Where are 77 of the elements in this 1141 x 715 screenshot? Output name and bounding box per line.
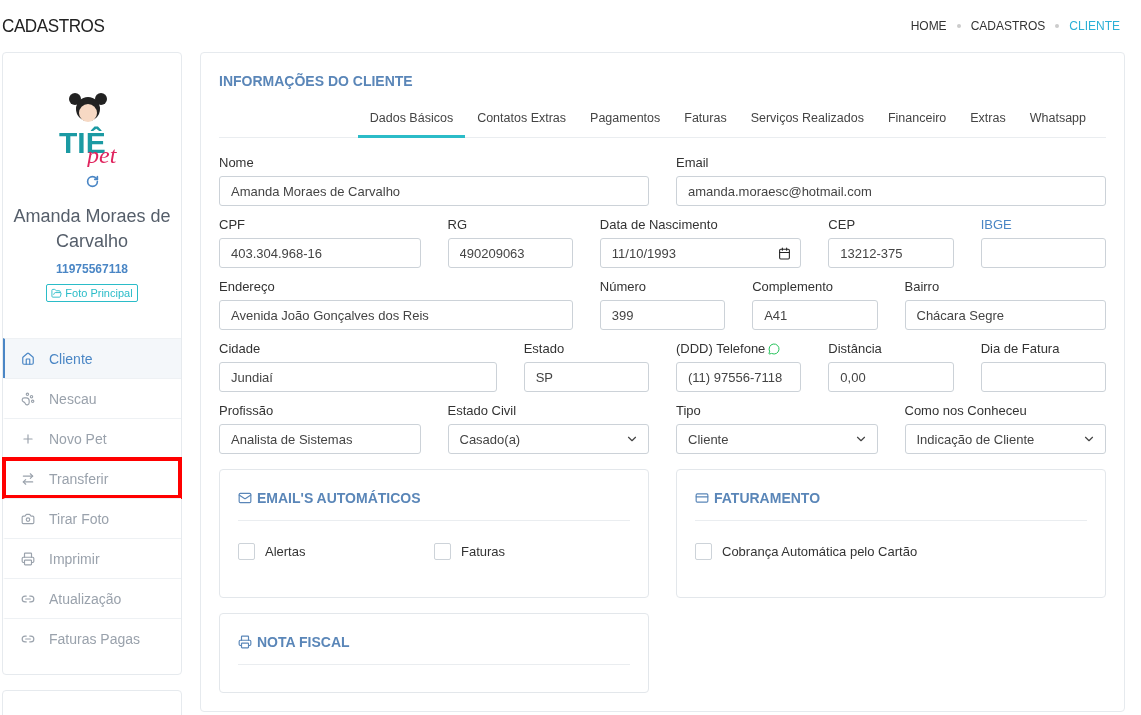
field-label: Profissão <box>219 403 274 418</box>
tab[interactable]: Whatsapp <box>1017 101 1098 138</box>
card-title: FATURAMENTO <box>714 490 821 506</box>
field-label: Endereço <box>219 279 275 294</box>
checkbox[interactable] <box>434 543 451 560</box>
select-field[interactable]: Cliente <box>676 424 878 454</box>
plus-icon <box>21 431 35 446</box>
field-label: Como nos Conheceu <box>904 403 1027 418</box>
calendar-icon[interactable] <box>778 246 792 260</box>
paw-icon <box>21 391 35 406</box>
home-icon <box>21 351 35 366</box>
field-label: Dia de Fatura <box>980 341 1060 356</box>
field-label: Número <box>599 279 647 294</box>
field-label: Data de Nascimento <box>599 217 718 232</box>
input-field[interactable]: Analista de Sistemas <box>219 424 421 454</box>
card-title: NOTA FISCAL <box>257 634 350 650</box>
field-label: Nome <box>219 155 254 170</box>
field-label: (DDD) Telefone <box>676 341 766 356</box>
checkbox-label: Cobrança Automática pelo Cartão <box>722 544 918 559</box>
camera-icon <box>21 511 35 526</box>
input-field[interactable]: Amanda Moraes de Carvalho <box>219 176 649 206</box>
menu-item[interactable]: Cliente <box>3 338 181 378</box>
input-field[interactable]: 13212-375 <box>828 238 954 268</box>
section-title: INFORMAÇÕES DO CLIENTE <box>219 73 414 89</box>
input-field[interactable]: 403.304.968-16 <box>219 238 421 268</box>
checkbox-label: Faturas <box>461 544 506 559</box>
page-title: CADASTROS <box>2 15 105 37</box>
field-label: CPF <box>219 217 245 232</box>
tab[interactable]: Faturas <box>672 101 739 138</box>
input-field[interactable]: amanda.moraesc@hotmail.com <box>676 176 1106 206</box>
field-label: IBGE <box>980 217 1012 232</box>
checkbox-label: Alertas <box>265 544 306 559</box>
checkbox[interactable] <box>238 543 255 560</box>
tab[interactable]: Contatos Extras <box>465 101 579 138</box>
input-field[interactable]: Avenida João Gonçalves dos Reis <box>219 300 573 330</box>
select-field[interactable]: Indicação de Cliente <box>904 424 1106 454</box>
field-label: Estado <box>523 341 565 356</box>
printer-icon <box>21 551 35 566</box>
tab[interactable]: Serviços Realizados <box>738 101 876 138</box>
select-field[interactable]: Casado(a) <box>447 424 649 454</box>
input-field[interactable]: SP <box>523 362 649 392</box>
field-label: Complemento <box>752 279 834 294</box>
input-field[interactable] <box>980 362 1106 392</box>
card-title: EMAIL'S AUTOMÁTICOS <box>257 490 421 506</box>
input-field[interactable]: 0,00 <box>828 362 954 392</box>
mail-icon <box>238 491 252 505</box>
client-phone: 11975567118 <box>55 262 129 276</box>
breadcrumb-link[interactable]: CADASTROS <box>970 19 1046 33</box>
folder-icon <box>51 287 63 299</box>
input-field[interactable]: 490209063 <box>447 238 573 268</box>
field-label: RG <box>447 217 467 232</box>
input-field[interactable]: (11) 97556-7118 <box>676 362 802 392</box>
input-field[interactable]: 399 <box>599 300 726 330</box>
field-label: Bairro <box>904 279 940 294</box>
field-label: Estado Civil <box>447 403 517 418</box>
client-name: Amanda Moraes de Carvalho <box>12 205 172 253</box>
date-field[interactable]: 11/10/1993 <box>599 238 802 268</box>
tab[interactable]: Financeiro <box>875 101 959 138</box>
input-field[interactable]: Chácara Segre <box>904 300 1106 330</box>
printer-icon <box>238 635 252 649</box>
chat-icon <box>768 342 781 355</box>
refresh-icon[interactable] <box>85 175 99 188</box>
credit-card-icon <box>695 491 709 505</box>
field-label: Cidade <box>219 341 261 356</box>
tab[interactable]: Extras <box>958 101 1018 138</box>
tab[interactable]: Pagamentos <box>578 101 673 138</box>
field-label: Distância <box>828 341 882 356</box>
checkbox[interactable] <box>695 543 712 560</box>
arrows-icon <box>21 471 35 486</box>
input-field[interactable]: Jundiaí <box>219 362 497 392</box>
tab[interactable]: Dados Básicos <box>357 101 466 138</box>
input-field[interactable] <box>980 238 1106 268</box>
field-label: Tipo <box>676 403 701 418</box>
breadcrumb-link[interactable]: HOME <box>910 19 947 33</box>
input-field[interactable]: A41 <box>752 300 878 330</box>
field-label: CEP <box>828 217 856 232</box>
field-label: Email <box>676 155 709 170</box>
